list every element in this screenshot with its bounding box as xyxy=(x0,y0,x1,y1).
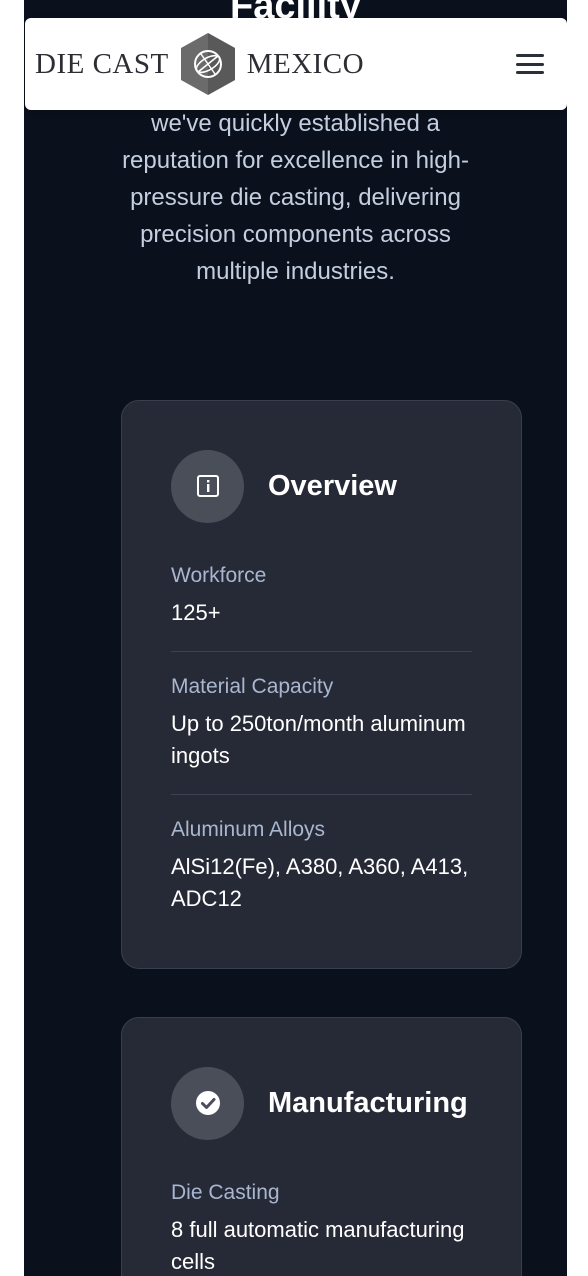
spec-item: Aluminum Alloys AlSi12(Fe), A380, A360, … xyxy=(171,817,472,937)
logo-text-right: MEXICO xyxy=(246,47,365,80)
overview-card: Overview Workforce 125+ Material Capacit… xyxy=(121,400,522,969)
card-title: Overview xyxy=(268,469,397,502)
spec-label: Die Casting xyxy=(171,1181,280,1204)
logo-hexagon-icon xyxy=(180,33,235,95)
intro-paragraph: we've quickly established a reputation f… xyxy=(122,110,469,285)
info-icon xyxy=(171,449,244,523)
spec-item: Workforce 125+ xyxy=(171,563,472,652)
spec-item: Material Capacity Up to 250ton/month alu… xyxy=(171,674,472,795)
spec-label: Workforce xyxy=(171,564,267,587)
hamburger-menu-icon[interactable] xyxy=(515,52,545,76)
check-circle-icon xyxy=(171,1066,244,1140)
spec-item: Die Casting 8 full automatic manufacturi… xyxy=(171,1180,472,1276)
card-title: Manufacturing xyxy=(268,1086,468,1119)
site-header: DIE CAST MEXICO xyxy=(25,18,567,110)
logo[interactable]: DIE CAST MEXICO xyxy=(35,31,364,97)
manufacturing-card: Manufacturing Die Casting 8 full automat… xyxy=(121,1017,522,1276)
logo-text-left: DIE CAST xyxy=(35,47,169,80)
card-header: Manufacturing xyxy=(171,1066,472,1140)
card-header: Overview xyxy=(171,449,472,523)
spec-value: Up to 250ton/month aluminum ingots xyxy=(171,711,466,768)
spec-label: Material Capacity xyxy=(171,675,334,698)
spec-label: Aluminum Alloys xyxy=(171,818,326,841)
page: Facility DIE CAST MEXICO we've quickly e… xyxy=(24,0,567,1276)
spec-value: 125+ xyxy=(171,600,221,625)
menu-bar xyxy=(516,62,544,66)
page-edge xyxy=(567,0,588,1276)
spec-value: AlSi12(Fe), A380, A360, A413, ADC12 xyxy=(171,854,469,911)
menu-bar xyxy=(516,71,544,74)
menu-bar xyxy=(516,54,544,57)
spec-value: 8 full automatic manufacturing cells xyxy=(171,1217,465,1274)
